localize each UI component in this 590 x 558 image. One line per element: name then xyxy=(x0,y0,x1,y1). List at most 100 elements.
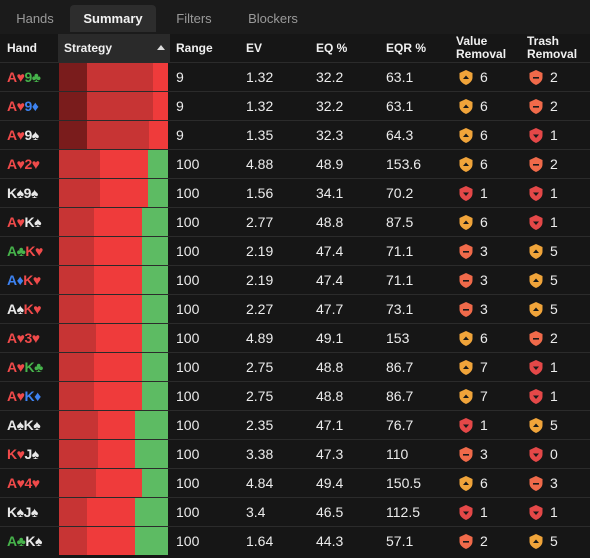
table-row[interactable]: K♥J♠ 100 3.38 47.3 110 3 0 xyxy=(0,439,590,468)
tab-summary[interactable]: Summary xyxy=(70,5,156,32)
suit-icon: ♠ xyxy=(30,504,38,520)
header-ev[interactable]: EV xyxy=(246,34,306,62)
value-removal-value: 7 xyxy=(480,388,488,404)
suit-icon: ♥ xyxy=(31,156,40,172)
value-removal-shield-icon xyxy=(459,244,473,259)
strategy-segment xyxy=(93,295,142,323)
value-removal-shield-icon xyxy=(459,476,473,491)
table-row[interactable]: A♥9♦ 9 1.32 32.2 63.1 6 2 xyxy=(0,91,590,120)
card-rank: A xyxy=(7,475,17,491)
table-row[interactable]: A♥3♥ 100 4.89 49.1 153 6 2 xyxy=(0,323,590,352)
header-value-removal[interactable]: Value Removal xyxy=(456,34,522,62)
table-row[interactable]: A♠K♥ 100 2.27 47.7 73.1 3 5 xyxy=(0,294,590,323)
trash-removal-value: 1 xyxy=(550,127,558,143)
trash-removal-value: 5 xyxy=(550,243,558,259)
suit-icon: ♠ xyxy=(30,185,38,201)
strategy-bar xyxy=(59,527,168,555)
table-row[interactable]: A♥4♥ 100 4.84 49.4 150.5 6 3 xyxy=(0,468,590,497)
strategy-segment xyxy=(135,527,168,555)
table-row[interactable]: A♦K♥ 100 2.19 47.4 71.1 3 5 xyxy=(0,265,590,294)
strategy-segment xyxy=(59,121,88,149)
header-hand[interactable]: Hand xyxy=(7,34,57,62)
value-removal-value: 6 xyxy=(480,330,488,346)
value-removal-value: 6 xyxy=(480,214,488,230)
table-row[interactable]: A♥2♥ 100 4.88 48.9 153.6 6 2 xyxy=(0,149,590,178)
table-row[interactable]: A♥9♠ 9 1.35 32.3 64.3 6 1 xyxy=(0,120,590,149)
table-header: Hand Strategy Range EV EQ % EQR % Value … xyxy=(0,34,590,62)
range-value: 9 xyxy=(176,69,184,85)
table-row[interactable]: A♣K♥ 100 2.19 47.4 71.1 3 5 xyxy=(0,236,590,265)
trash-removal-shield-icon xyxy=(529,302,543,317)
suit-icon: ♣ xyxy=(31,69,41,85)
strategy-segment xyxy=(59,295,94,323)
eqr-value: 71.1 xyxy=(386,272,414,288)
tab-hands[interactable]: Hands xyxy=(5,5,65,32)
strategy-segment xyxy=(100,150,149,178)
strategy-segment xyxy=(87,121,150,149)
hand-cell: K♥J♠ xyxy=(7,440,39,468)
strategy-bar xyxy=(59,469,168,497)
table-row[interactable]: A♣K♠ 100 1.64 44.3 57.1 2 5 xyxy=(0,526,590,555)
card-rank: J xyxy=(24,446,32,462)
header-trash-removal[interactable]: Trash Removal xyxy=(527,34,587,62)
header-trash-removal-line2: Removal xyxy=(527,47,578,61)
eqr-value: 150.5 xyxy=(386,475,422,491)
table-row[interactable]: A♥K♣ 100 2.75 48.8 86.7 7 1 xyxy=(0,352,590,381)
table-row[interactable]: K♠9♠ 100 1.56 34.1 70.2 1 1 xyxy=(0,178,590,207)
header-eq[interactable]: EQ % xyxy=(316,34,376,62)
value-removal-value: 2 xyxy=(480,533,488,549)
card-rank: 2 xyxy=(24,156,32,172)
value-removal-shield-icon xyxy=(459,186,473,201)
ev-value: 1.32 xyxy=(246,98,274,114)
suit-icon: ♥ xyxy=(34,243,43,259)
table-row[interactable]: K♠J♠ 100 3.4 46.5 112.5 1 1 xyxy=(0,497,590,526)
eqr-value: 57.1 xyxy=(386,533,414,549)
hand-cell: K♠9♠ xyxy=(7,179,38,207)
range-value: 100 xyxy=(176,533,200,549)
strategy-segment xyxy=(98,411,136,439)
table-row[interactable]: A♥K♦ 100 2.75 48.8 86.7 7 1 xyxy=(0,381,590,410)
strategy-bar xyxy=(59,179,168,207)
strategy-segment xyxy=(59,208,94,236)
strategy-segment xyxy=(93,353,142,381)
trash-removal-value: 1 xyxy=(550,388,558,404)
strategy-segment xyxy=(93,266,142,294)
card-rank: 9 xyxy=(24,127,32,143)
value-removal-shield-icon xyxy=(459,418,473,433)
range-value: 100 xyxy=(176,301,200,317)
table-row[interactable]: A♠K♠ 100 2.35 47.1 76.7 1 5 xyxy=(0,410,590,439)
eq-value: 47.7 xyxy=(316,301,344,317)
trash-removal-shield-icon xyxy=(529,273,543,288)
strategy-segment xyxy=(87,63,153,91)
tab-filters[interactable]: Filters xyxy=(159,5,229,32)
value-removal-shield-icon xyxy=(459,157,473,172)
table-row[interactable]: A♥K♠ 100 2.77 48.8 87.5 6 1 xyxy=(0,207,590,236)
hand-cell: A♥9♣ xyxy=(7,63,41,91)
eq-value: 32.2 xyxy=(316,98,344,114)
trash-removal-shield-icon xyxy=(529,70,543,85)
tab-blockers[interactable]: Blockers xyxy=(232,5,314,32)
ev-value: 2.35 xyxy=(246,417,274,433)
value-removal-value: 1 xyxy=(480,417,488,433)
trash-removal-shield-icon xyxy=(529,215,543,230)
suit-icon: ♦ xyxy=(34,388,41,404)
card-rank: A xyxy=(7,243,17,259)
strategy-segment xyxy=(87,92,153,120)
range-value: 9 xyxy=(176,98,184,114)
header-range[interactable]: Range xyxy=(176,34,236,62)
header-eqr[interactable]: EQR % xyxy=(386,34,446,62)
hand-cell: A♣K♥ xyxy=(7,237,43,265)
range-value: 9 xyxy=(176,127,184,143)
table-row[interactable]: A♥9♣ 9 1.32 32.2 63.1 6 2 xyxy=(0,62,590,91)
eqr-value: 70.2 xyxy=(386,185,414,201)
card-rank: K xyxy=(24,388,35,404)
eq-value: 47.4 xyxy=(316,272,344,288)
range-value: 100 xyxy=(176,446,200,462)
range-value: 100 xyxy=(176,359,200,375)
trash-removal-value: 2 xyxy=(550,69,558,85)
value-removal-shield-icon xyxy=(459,360,473,375)
hand-cell: A♣K♠ xyxy=(7,527,42,555)
eqr-value: 87.5 xyxy=(386,214,414,230)
header-strategy[interactable]: Strategy xyxy=(58,34,170,62)
range-value: 100 xyxy=(176,330,200,346)
